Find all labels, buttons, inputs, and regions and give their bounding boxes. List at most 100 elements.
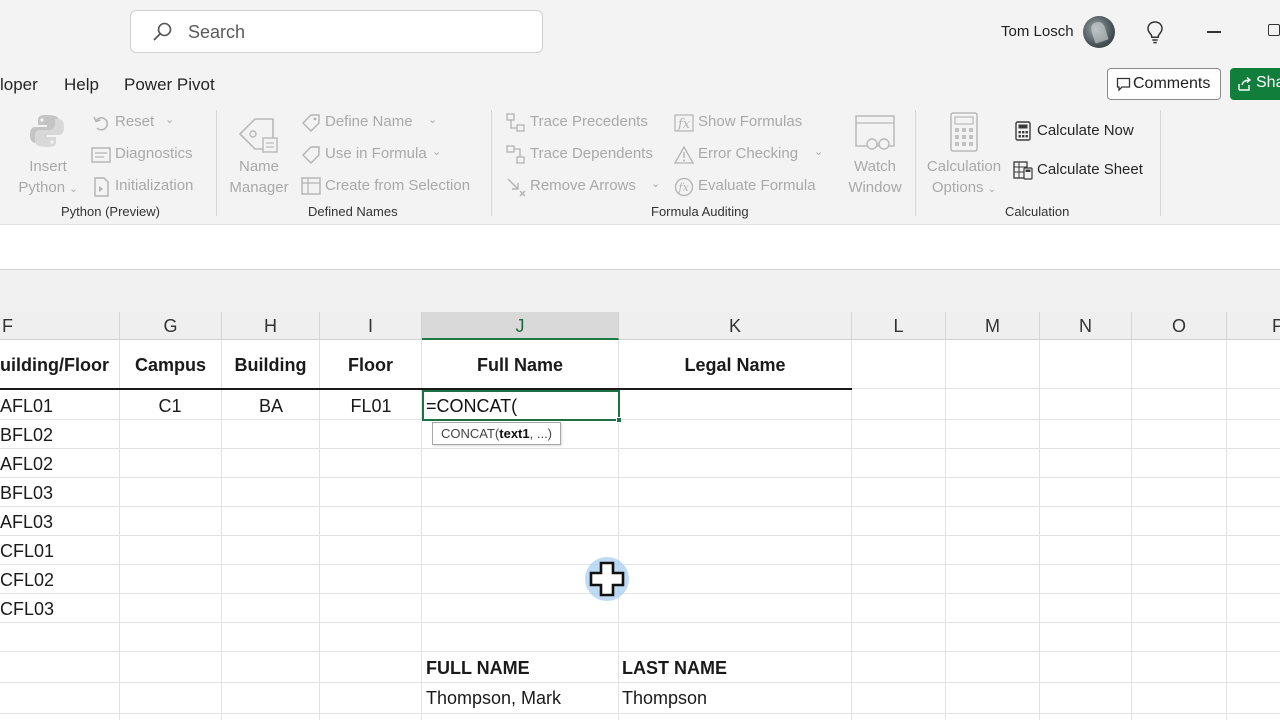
column-header-h[interactable]: H: [222, 312, 320, 340]
remove-arrows-button[interactable]: Remove Arrows: [530, 177, 636, 194]
insert-python-line2: Python: [18, 179, 66, 196]
cell-floor[interactable]: FL01: [350, 396, 391, 417]
name-manager-button[interactable]: Name Manager: [226, 156, 292, 198]
search-box[interactable]: Search: [130, 10, 543, 53]
reset-button[interactable]: Reset: [115, 113, 154, 130]
lower-header-last-name[interactable]: LAST NAME: [622, 658, 727, 679]
gridline: [0, 506, 1280, 507]
tab-developer[interactable]: loper: [0, 75, 38, 95]
share-icon: [1238, 76, 1252, 91]
tooltip-function: CONCAT(: [441, 426, 500, 441]
lower-header-full-name[interactable]: FULL NAME: [426, 658, 530, 679]
lightbulb-icon[interactable]: [1146, 20, 1164, 44]
formula-input[interactable]: =CONCAT(: [426, 396, 517, 417]
calculate-sheet-button[interactable]: Calculate Sheet: [1037, 161, 1143, 178]
tab-power-pivot[interactable]: Power Pivot: [124, 75, 215, 95]
python-icon: [30, 115, 64, 147]
error-checking-dropdown-icon[interactable]: ⌄: [814, 145, 823, 158]
cell-f-row6[interactable]: CFL01: [0, 541, 54, 562]
group-title-formula-auditing: Formula Auditing: [651, 204, 749, 219]
watch-window-button[interactable]: Watch Window: [843, 156, 907, 198]
define-name-button[interactable]: Define Name: [325, 113, 413, 130]
avatar[interactable]: [1083, 16, 1115, 48]
create-from-selection-button[interactable]: Create from Selection: [325, 177, 470, 194]
watch-window-line1: Watch: [854, 158, 896, 175]
lower-cell-last-name[interactable]: Thompson: [622, 688, 707, 709]
header-full-name[interactable]: Full Name: [422, 355, 618, 376]
svg-text:fx: fx: [678, 181, 690, 194]
cell-f-row3[interactable]: AFL02: [0, 454, 53, 475]
gridline: [221, 340, 222, 720]
calculate-sheet-icon: [1013, 161, 1033, 180]
group-title-defined-names: Defined Names: [308, 204, 398, 219]
name-manager-line1: Name: [238, 158, 279, 175]
worksheet-grid[interactable]: uilding/Floor Campus Building Floor Full…: [0, 340, 1280, 720]
insert-python-line1: Insert: [29, 158, 67, 175]
gridline: [0, 419, 1280, 420]
column-header-n[interactable]: N: [1040, 312, 1132, 340]
trace-precedents-icon: [506, 113, 525, 132]
calculate-now-button[interactable]: Calculate Now: [1037, 122, 1134, 139]
show-formulas-button[interactable]: Show Formulas: [698, 113, 802, 130]
gridline: [0, 535, 1280, 536]
lower-cell-full-name[interactable]: Thompson, Mark: [426, 688, 561, 709]
watch-window-icon: [855, 115, 895, 150]
cell-building[interactable]: BA: [259, 396, 283, 417]
remove-arrows-icon: [507, 178, 526, 197]
header-building-floor[interactable]: uilding/Floor: [0, 355, 109, 376]
restore-icon[interactable]: [1268, 24, 1280, 36]
trace-dependents-button[interactable]: Trace Dependents: [530, 145, 653, 162]
minimize-icon[interactable]: [1207, 31, 1221, 33]
fill-handle[interactable]: [616, 417, 622, 423]
chevron-down-icon: ⌄: [987, 184, 997, 195]
column-header-j[interactable]: J: [422, 312, 619, 340]
reset-dropdown-icon[interactable]: ⌄: [165, 113, 174, 126]
gridline: [0, 564, 1280, 565]
diagnostics-button[interactable]: Diagnostics: [115, 145, 193, 162]
evaluate-formula-button[interactable]: Evaluate Formula: [698, 177, 816, 194]
comments-button[interactable]: Comments: [1107, 68, 1221, 100]
gridline: [0, 593, 1280, 594]
chevron-down-icon: ⌄: [69, 184, 78, 195]
evaluate-formula-icon: fx: [674, 177, 694, 197]
calculation-options-button[interactable]: Calculation Options ⌄: [924, 156, 1004, 200]
cell-f-row4[interactable]: BFL03: [0, 483, 53, 504]
cell-f-row2[interactable]: BFL02: [0, 425, 53, 446]
cell-cursor-icon: [585, 557, 629, 601]
column-header-f[interactable]: F: [0, 312, 120, 340]
define-name-dropdown-icon[interactable]: ⌄: [428, 113, 437, 126]
column-headers: F G H I J K L M N O P: [0, 312, 1280, 340]
column-header-m[interactable]: M: [946, 312, 1040, 340]
cell-f-row7[interactable]: CFL02: [0, 570, 54, 591]
insert-python-button[interactable]: Insert Python ⌄: [14, 156, 82, 200]
header-floor[interactable]: Floor: [320, 355, 421, 376]
active-cell-j[interactable]: =CONCAT(: [422, 390, 622, 423]
remove-arrows-dropdown-icon[interactable]: ⌄: [651, 177, 660, 190]
column-header-p[interactable]: P: [1227, 312, 1280, 340]
cell-f-row8[interactable]: CFL03: [0, 599, 54, 620]
share-button[interactable]: Sha: [1230, 68, 1280, 100]
column-header-k[interactable]: K: [619, 312, 852, 340]
header-campus[interactable]: Campus: [120, 355, 221, 376]
use-in-formula-button[interactable]: Use in Formula: [325, 145, 427, 162]
use-in-formula-dropdown-icon[interactable]: ⌄: [432, 145, 441, 158]
header-building[interactable]: Building: [222, 355, 319, 376]
create-from-selection-icon: [301, 177, 321, 195]
user-name[interactable]: Tom Losch: [1001, 23, 1074, 40]
column-header-i[interactable]: I: [320, 312, 422, 340]
error-checking-button[interactable]: Error Checking: [698, 145, 798, 162]
gridline: [119, 340, 120, 720]
cell-f-row5[interactable]: AFL03: [0, 512, 53, 533]
column-header-g[interactable]: G: [120, 312, 222, 340]
cell-campus[interactable]: C1: [158, 396, 181, 417]
function-tooltip[interactable]: CONCAT(text1, ...): [432, 422, 562, 445]
cell-f-row1[interactable]: AFL01: [0, 396, 53, 417]
tab-help[interactable]: Help: [64, 75, 99, 95]
initialization-button[interactable]: Initialization: [115, 177, 193, 194]
column-header-l[interactable]: L: [852, 312, 946, 340]
trace-precedents-button[interactable]: Trace Precedents: [530, 113, 648, 130]
formula-bar[interactable]: [0, 224, 1280, 270]
tooltip-argument[interactable]: text1: [499, 426, 529, 441]
header-legal-name[interactable]: Legal Name: [619, 355, 851, 376]
column-header-o[interactable]: O: [1132, 312, 1227, 340]
